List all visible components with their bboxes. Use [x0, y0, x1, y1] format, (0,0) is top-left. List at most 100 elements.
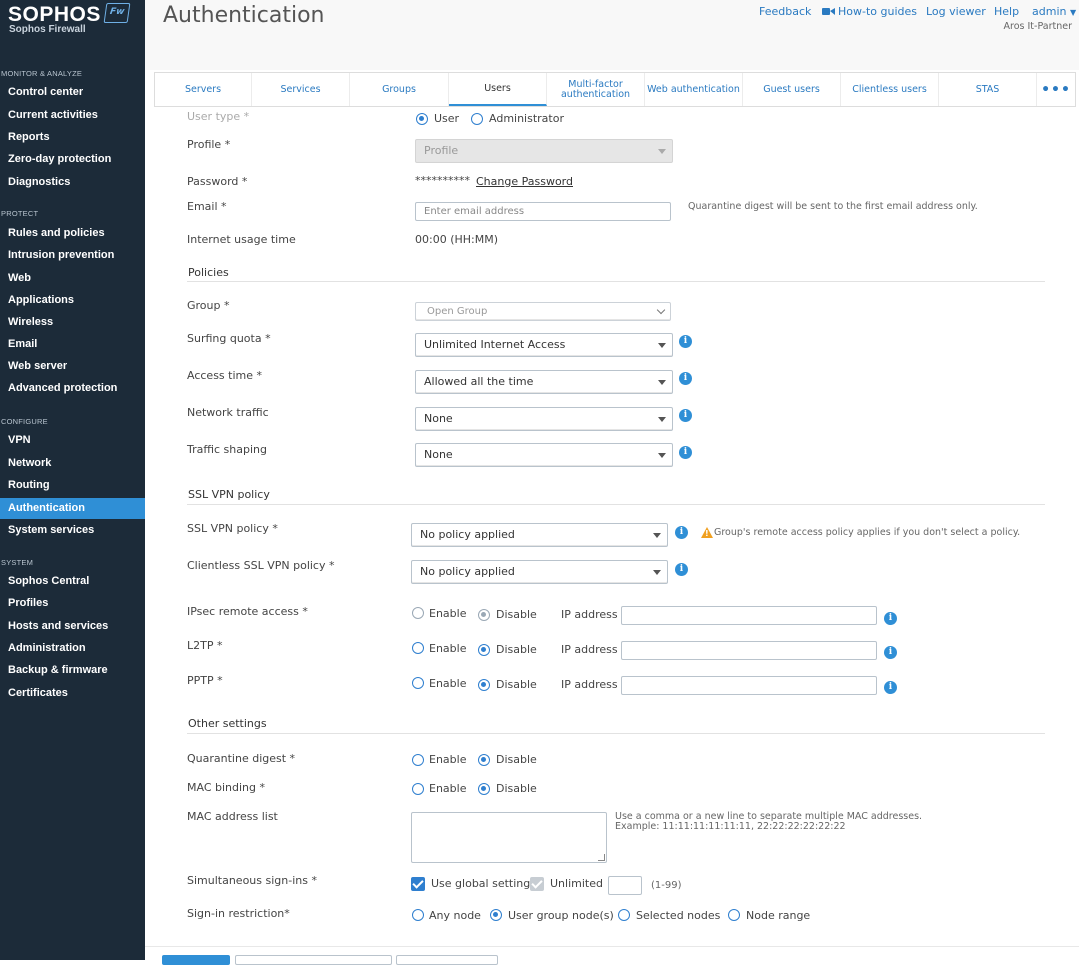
node-range-radio[interactable]	[728, 909, 740, 921]
nav-item-routing[interactable]: Routing	[0, 475, 145, 496]
profile-label: Profile *	[187, 138, 231, 151]
nav-item-rules[interactable]: Rules and policies	[0, 223, 145, 244]
nav-item-zero-day[interactable]: Zero-day protection	[0, 149, 145, 170]
nav-item-reports[interactable]: Reports	[0, 127, 145, 148]
mac-binding-enable-radio[interactable]	[412, 783, 424, 795]
sslvpn-policy-select[interactable]: No policy applied	[411, 523, 668, 547]
info-icon[interactable]: i	[675, 526, 688, 539]
tab-services[interactable]: Services	[252, 73, 350, 106]
l2tp-disable-label: Disable	[496, 643, 537, 656]
tab-clientless-users[interactable]: Clientless users	[841, 73, 939, 106]
user-type-admin-label: Administrator	[489, 112, 564, 125]
info-icon[interactable]: i	[884, 612, 897, 625]
l2tp-enable-label: Enable	[429, 642, 467, 655]
surfing-quota-select[interactable]: Unlimited Internet Access	[415, 333, 673, 357]
info-icon[interactable]: i	[679, 446, 692, 459]
l2tp-ip-field[interactable]	[621, 641, 877, 660]
l2tp-disable-radio[interactable]	[478, 644, 490, 656]
info-icon[interactable]: i	[884, 681, 897, 694]
access-time-select[interactable]: Allowed all the time	[415, 370, 673, 394]
nav-item-network[interactable]: Network	[0, 453, 145, 474]
more-tabs-button[interactable]: •••	[1037, 73, 1075, 106]
tab-guest-users[interactable]: Guest users	[743, 73, 841, 106]
info-icon[interactable]: i	[679, 409, 692, 422]
nav-item-web[interactable]: Web	[0, 268, 145, 289]
nav-item-hosts-services[interactable]: Hosts and services	[0, 616, 145, 637]
how-to-guides-link[interactable]: How-to guides	[838, 5, 917, 18]
surfing-quota-label: Surfing quota *	[187, 332, 271, 345]
nav-item-current-activities[interactable]: Current activities	[0, 105, 145, 126]
caret-down-icon: ▼	[1069, 8, 1077, 17]
tab-groups[interactable]: Groups	[350, 73, 449, 106]
nav-item-certificates[interactable]: Certificates	[0, 683, 145, 704]
change-password-link[interactable]: Change Password	[476, 175, 573, 188]
nav-item-administration[interactable]: Administration	[0, 638, 145, 659]
selected-nodes-radio[interactable]	[618, 909, 630, 921]
ipsec-ip-field[interactable]	[621, 606, 877, 625]
mac-list-textarea[interactable]	[411, 812, 607, 863]
info-icon[interactable]: i	[679, 372, 692, 385]
info-icon[interactable]: i	[679, 335, 692, 348]
l2tp-enable-radio[interactable]	[412, 642, 424, 654]
footer-button[interactable]	[235, 955, 392, 965]
tab-servers[interactable]: Servers	[155, 73, 252, 106]
resize-handle-icon[interactable]	[598, 854, 605, 861]
tab-stas[interactable]: STAS	[939, 73, 1037, 106]
quarantine-enable-radio[interactable]	[412, 754, 424, 766]
nav-item-vpn[interactable]: VPN	[0, 430, 145, 451]
ipsec-enable-radio[interactable]	[412, 607, 424, 619]
pptp-enable-radio[interactable]	[412, 677, 424, 689]
group-select[interactable]: Open Group	[415, 302, 671, 321]
traffic-shaping-select[interactable]: None	[415, 443, 673, 467]
mac-binding-disable-radio[interactable]	[478, 783, 490, 795]
pptp-ip-field[interactable]	[621, 676, 877, 695]
nav-item-authentication[interactable]: Authentication	[0, 498, 145, 519]
email-field[interactable]: Enter email address	[415, 202, 671, 221]
quarantine-label: Quarantine digest *	[187, 752, 296, 765]
nav-item-wireless[interactable]: Wireless	[0, 312, 145, 333]
info-icon[interactable]: i	[884, 646, 897, 659]
save-button[interactable]	[162, 955, 230, 965]
cancel-button[interactable]	[396, 955, 498, 965]
tab-users[interactable]: Users	[449, 73, 547, 106]
nav-section-monitor: MONITOR & ANALYZE	[1, 69, 83, 78]
pptp-disable-radio[interactable]	[478, 679, 490, 691]
nav-item-profiles[interactable]: Profiles	[0, 593, 145, 614]
footer-divider	[145, 946, 1079, 947]
any-node-radio[interactable]	[412, 909, 424, 921]
clientless-policy-select[interactable]: No policy applied	[411, 560, 668, 584]
nav-item-diagnostics[interactable]: Diagnostics	[0, 172, 145, 193]
pptp-ip-label: IP address	[561, 678, 618, 691]
nav-item-backup-firmware[interactable]: Backup & firmware	[0, 660, 145, 681]
user-type-admin-radio[interactable]	[471, 113, 483, 125]
nav-item-web-server[interactable]: Web server	[0, 356, 145, 377]
use-global-setting-checkbox[interactable]	[411, 877, 425, 891]
user-type-user-radio[interactable]	[416, 113, 428, 125]
nav-section-configure: CONFIGURE	[1, 417, 48, 426]
signins-count-field[interactable]	[608, 876, 642, 895]
profile-select: Profile	[415, 139, 673, 163]
nav-item-intrusion[interactable]: Intrusion prevention	[0, 245, 145, 266]
ipsec-ip-label: IP address	[561, 608, 618, 621]
ipsec-disable-radio[interactable]	[478, 609, 490, 621]
network-traffic-select[interactable]: None	[415, 407, 673, 431]
tab-multi-factor[interactable]: Multi-factor authentication	[547, 73, 645, 106]
nav-item-applications[interactable]: Applications	[0, 290, 145, 311]
page-header: Authentication Feedback How-to guides Lo…	[145, 0, 1079, 70]
divider	[187, 733, 1045, 734]
tab-web-authentication[interactable]: Web authentication	[645, 73, 743, 106]
feedback-link[interactable]: Feedback	[759, 5, 811, 18]
admin-menu[interactable]: admin ▼	[1032, 5, 1076, 18]
info-icon[interactable]: i	[675, 563, 688, 576]
nav-item-email[interactable]: Email	[0, 334, 145, 355]
user-group-node-radio[interactable]	[490, 909, 502, 921]
nav-item-system-services[interactable]: System services	[0, 520, 145, 541]
log-viewer-link[interactable]: Log viewer	[926, 5, 986, 18]
nav-item-control-center[interactable]: Control center	[0, 82, 145, 103]
quarantine-disable-radio[interactable]	[478, 754, 490, 766]
nav-item-sophos-central[interactable]: Sophos Central	[0, 571, 145, 592]
divider	[187, 504, 1045, 505]
nav-item-advanced-protection[interactable]: Advanced protection	[0, 378, 145, 399]
caret-down-icon	[658, 343, 666, 348]
help-link[interactable]: Help	[994, 5, 1019, 18]
